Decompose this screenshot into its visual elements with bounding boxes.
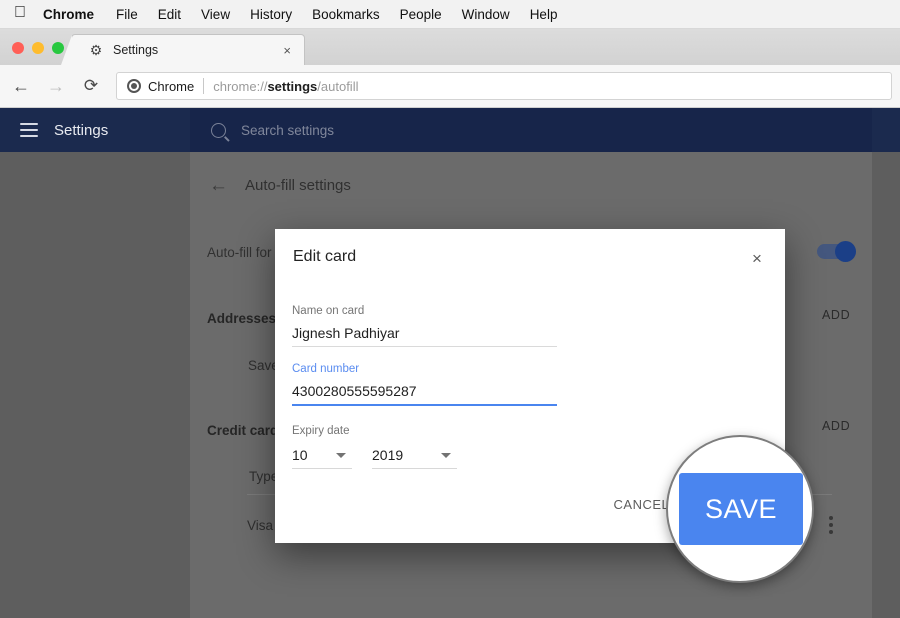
tab-title: Settings (113, 43, 159, 57)
card-number-value: 4300280555595287 (292, 383, 417, 399)
back-button[interactable]: ← (7, 72, 35, 100)
close-window-button[interactable] (12, 42, 24, 54)
url-text: chrome://settings/autofill (213, 79, 358, 94)
dialog-title: Edit card (293, 248, 357, 265)
settings-app-header: Settings Search settings (0, 108, 900, 152)
card-number-underline (292, 404, 557, 406)
expiry-date-label: Expiry date (292, 425, 350, 437)
window-controls (12, 42, 64, 54)
menu-item-people[interactable]: People (400, 7, 442, 22)
expiry-selects: 10 2019 (292, 447, 457, 469)
menu-item-history[interactable]: History (250, 7, 292, 22)
autofill-toggle[interactable] (817, 241, 856, 262)
apple-logo-icon[interactable]:  (14, 5, 26, 21)
menu-item-window[interactable]: Window (462, 7, 510, 22)
settings-title: Settings (54, 121, 109, 139)
browser-tab-strip: ⚙ Settings × (0, 29, 900, 89)
hamburger-bar (20, 123, 38, 125)
hamburger-bar (20, 135, 38, 137)
name-on-card-field[interactable]: Name on card Jignesh Padhiyar (292, 305, 557, 347)
expiry-year-value: 2019 (372, 447, 404, 463)
minimize-window-button[interactable] (32, 42, 44, 54)
section-heading-addresses: Addresses (207, 311, 277, 326)
menu-item-view[interactable]: View (201, 7, 230, 22)
screenshot-root:  Chrome File Edit View History Bookmark… (0, 0, 900, 618)
reload-button[interactable]: ⟳ (77, 72, 105, 100)
chevron-down-icon (336, 453, 346, 458)
close-tab-icon[interactable]: × (283, 44, 291, 57)
search-icon (211, 122, 226, 138)
expiry-date-field: Expiry date 10 2019 (292, 421, 457, 469)
row-value-visa: Visa (247, 518, 274, 533)
menu-item-edit[interactable]: Edit (158, 7, 181, 22)
row-label-type: Type (249, 469, 279, 484)
hamburger-icon[interactable] (20, 123, 38, 137)
address-bar[interactable]: Chrome chrome://settings/autofill (116, 72, 892, 100)
card-number-field[interactable]: Card number 4300280555595287 (292, 363, 557, 406)
url-host: settings (267, 78, 318, 94)
settings-back-arrow[interactable]: ← (209, 176, 228, 195)
browser-toolbar: ← → ⟳ Chrome chrome://settings/autofill (0, 65, 900, 108)
more-vertical-icon[interactable] (829, 516, 833, 534)
name-on-card-label: Name on card (292, 305, 365, 317)
name-on-card-underline (292, 346, 557, 347)
menu-item-chrome[interactable]: Chrome (43, 7, 94, 22)
expiry-month-select[interactable]: 10 (292, 447, 352, 469)
browser-tab-settings[interactable]: ⚙ Settings × (61, 35, 304, 65)
page-title: Auto-fill settings (245, 177, 351, 194)
chevron-down-icon (441, 453, 451, 458)
search-settings-input[interactable]: Search settings (190, 108, 872, 152)
row-label-autofill-for: Auto-fill for (207, 245, 272, 260)
security-chip-label: Chrome (148, 78, 195, 94)
macos-menu-bar:  Chrome File Edit View History Bookmark… (0, 0, 900, 29)
magnifier-callout: SAVE (666, 435, 814, 583)
chrome-shield-icon (127, 79, 141, 93)
menu-item-file[interactable]: File (116, 7, 138, 22)
close-icon[interactable]: × (744, 245, 770, 271)
gear-icon: ⚙ (89, 42, 103, 58)
url-scheme: chrome:// (213, 78, 268, 94)
search-placeholder: Search settings (241, 122, 335, 138)
url-separator (203, 78, 205, 94)
add-address-button[interactable]: ADD (822, 308, 850, 322)
card-number-label: Card number (292, 363, 360, 375)
url-path: /autofill (317, 78, 359, 94)
menu-item-bookmarks[interactable]: Bookmarks (312, 7, 380, 22)
kebab-dot (829, 516, 833, 520)
menu-item-help[interactable]: Help (530, 7, 558, 22)
kebab-dot (829, 530, 833, 534)
section-heading-credit-card: Credit card (207, 423, 279, 438)
add-credit-card-button[interactable]: ADD (822, 419, 850, 433)
magnified-save-button[interactable]: SAVE (679, 473, 803, 545)
forward-button[interactable]: → (42, 72, 70, 100)
name-on-card-value: Jignesh Padhiyar (292, 325, 400, 341)
expiry-month-value: 10 (292, 447, 308, 463)
hamburger-bar (20, 129, 38, 131)
kebab-dot (829, 523, 833, 527)
expiry-year-select[interactable]: 2019 (372, 447, 457, 469)
